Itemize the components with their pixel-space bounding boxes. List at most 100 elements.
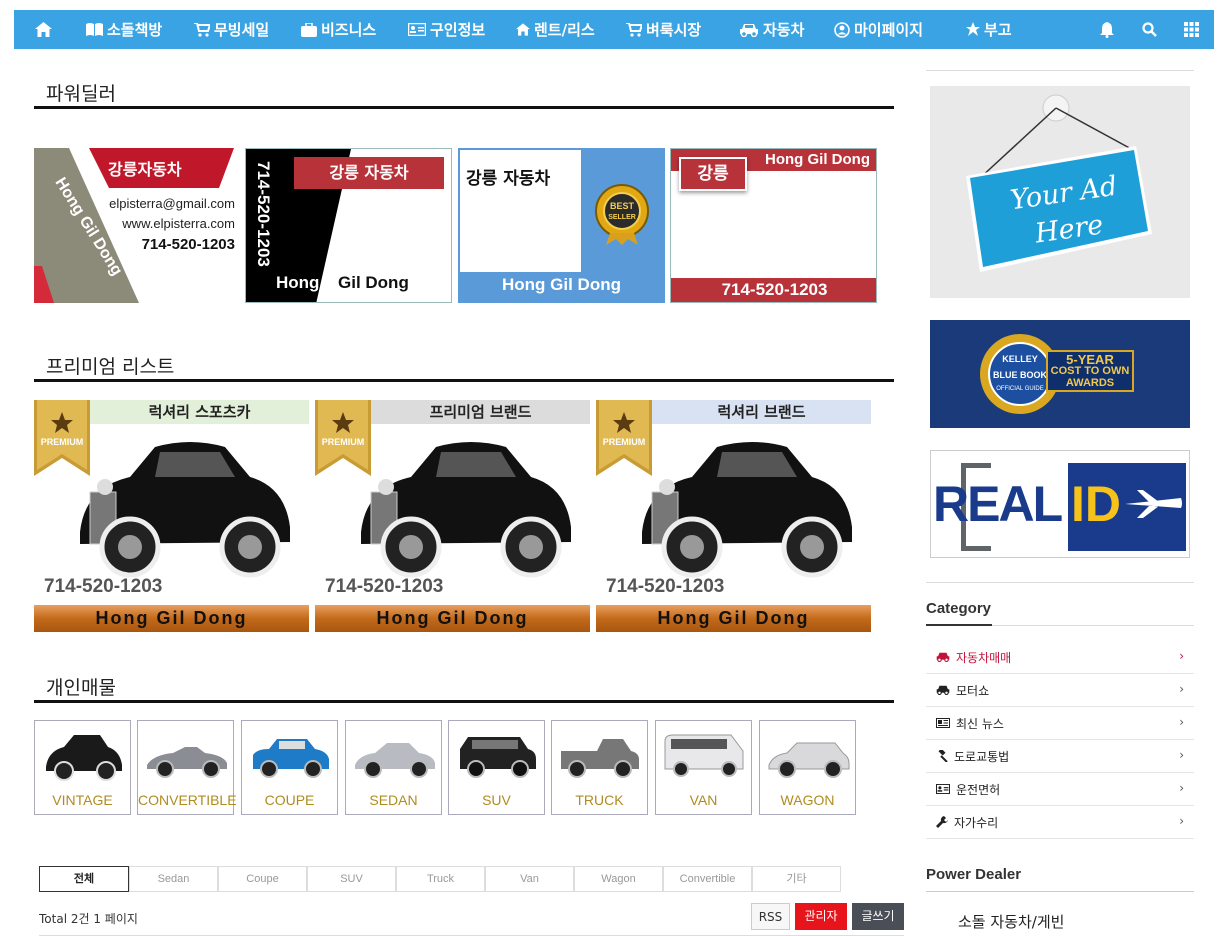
premium-card-3[interactable]: 럭셔리 브랜드 PREMIUM 714-520-1203 Hong Gil Do… xyxy=(596,400,871,632)
category-label: 운전면허 xyxy=(956,782,1001,797)
power-dealer-underline xyxy=(926,891,1194,892)
premium-card-1[interactable]: 럭셔리 스포츠카 PREMIUM 714-520-1203 Hong Gil D… xyxy=(34,400,309,632)
vehicle-type-label: VINTAGE xyxy=(52,792,113,808)
category-item-news[interactable]: 최신 뉴스 › xyxy=(926,707,1194,740)
kbb-award-line3: AWARDS xyxy=(1065,377,1115,389)
nav-jobs[interactable]: 구인정보 xyxy=(408,10,485,49)
nav-home[interactable] xyxy=(35,10,52,49)
sidebar-divider xyxy=(926,582,1194,583)
nav-obituary[interactable]: 부고 xyxy=(966,10,1012,49)
chevron-right-icon: › xyxy=(1179,682,1184,696)
category-item-traffic-law[interactable]: 도로교통법 › xyxy=(926,740,1194,773)
nav-car[interactable]: 자동차 xyxy=(739,10,804,49)
nav-search[interactable] xyxy=(1142,10,1157,49)
vehicle-type-truck[interactable]: TRUCK xyxy=(551,720,648,815)
vehicle-type-coupe[interactable]: COUPE xyxy=(241,720,338,815)
user-circle-icon xyxy=(834,21,850,38)
car-icon xyxy=(936,685,950,695)
dealer-card-4[interactable]: Hong Gil Dong 강릉 714-520-1203 xyxy=(670,148,877,303)
best-seller-badge-icon: BEST SELLER xyxy=(595,184,649,245)
vehicle-type-suv[interactable]: SUV xyxy=(448,720,545,815)
car-icon xyxy=(740,23,758,37)
tab-suv[interactable]: SUV xyxy=(307,866,396,892)
tab-sedan[interactable]: Sedan xyxy=(129,866,218,892)
category-label: 자동차매매 xyxy=(956,650,1012,665)
nav-mypage[interactable]: 마이페이지 xyxy=(834,10,923,49)
truck-car-icon xyxy=(561,739,639,778)
tab-truck[interactable]: Truck xyxy=(396,866,485,892)
nav-book[interactable]: 소돌책방 xyxy=(86,10,162,49)
tab-coupe[interactable]: Coupe xyxy=(218,866,307,892)
nav-label: 소돌책방 xyxy=(107,21,163,39)
nav-flea-market[interactable]: 벼룩시장 xyxy=(626,10,701,49)
premium-phone: 714-520-1203 xyxy=(606,576,725,597)
category-item-motor-show[interactable]: 모터쇼 › xyxy=(926,674,1194,707)
coupe-car-icon xyxy=(253,739,329,778)
nav-moving-sale[interactable]: 무빙세일 xyxy=(194,10,269,49)
tab-other[interactable]: 기타 xyxy=(752,866,841,892)
gavel-icon xyxy=(938,750,948,762)
nav-label: 부고 xyxy=(984,21,1012,39)
cart-icon xyxy=(626,22,642,37)
admin-button[interactable]: 관리자 xyxy=(795,903,847,930)
premium-phone: 714-520-1203 xyxy=(44,576,163,597)
premium-dealer-name: Hong Gil Dong xyxy=(596,605,871,632)
nav-business[interactable]: 비즈니스 xyxy=(301,10,376,49)
premium-dealer-name: Hong Gil Dong xyxy=(34,605,309,632)
id-card-icon xyxy=(408,23,426,36)
kbb-award-banner[interactable]: KELLEY BLUE BOOK OFFICIAL GUIDE 5-YEAR C… xyxy=(930,320,1190,428)
card-2-first-name: Hong xyxy=(276,273,320,292)
category-item-diy-repair[interactable]: 자가수리 › xyxy=(926,806,1194,839)
real-id-banner[interactable]: REAL ID xyxy=(930,450,1190,558)
bell-icon xyxy=(1100,21,1114,38)
chevron-right-icon: › xyxy=(1179,814,1184,828)
vintage-car-icon xyxy=(80,442,290,578)
vehicle-type-wagon[interactable]: WAGON xyxy=(759,720,856,815)
card-1-company: 강릉자동차 xyxy=(108,160,182,179)
badge-text-top: BEST xyxy=(610,201,635,211)
power-dealer-item[interactable]: 소돌 자동차/게빈 xyxy=(958,911,1064,932)
nav-grid-menu[interactable] xyxy=(1184,10,1199,49)
category-item-car-sales[interactable]: 자동차매매 › xyxy=(926,641,1194,674)
kbb-award-line2: COST TO OWN xyxy=(1050,365,1130,377)
premium-phone: 714-520-1203 xyxy=(325,576,444,597)
vehicle-type-convertible[interactable]: CONVERTIBLE xyxy=(137,720,237,815)
vehicle-type-label: WAGON xyxy=(780,792,835,808)
write-button[interactable]: 글쓰기 xyxy=(852,903,904,930)
vehicle-type-vintage[interactable]: VINTAGE xyxy=(34,720,131,815)
category-label: 자가수리 xyxy=(954,815,999,830)
power-dealer-title: Power Dealer xyxy=(926,866,1022,883)
tab-wagon[interactable]: Wagon xyxy=(574,866,663,892)
kbb-circle-top: KELLEY xyxy=(1002,354,1038,364)
rss-button[interactable]: RSS xyxy=(751,903,790,930)
chevron-right-icon: › xyxy=(1179,715,1184,729)
real-id-text-id: ID xyxy=(1071,476,1121,532)
category-item-license[interactable]: 운전면허 › xyxy=(926,773,1194,806)
nav-label: 비즈니스 xyxy=(321,21,377,39)
car-icon xyxy=(936,652,950,662)
tab-all[interactable]: 전체 xyxy=(39,866,129,892)
tab-van[interactable]: Van xyxy=(485,866,574,892)
dealer-card-3[interactable]: 강릉 자동차 BEST SELLER Hong Gil Dong xyxy=(458,148,665,303)
card-2-phone: 714-520-1203 xyxy=(254,161,273,267)
vehicle-type-van[interactable]: VAN xyxy=(655,720,752,815)
vintage-car-icon xyxy=(46,735,122,781)
vintage-car-icon xyxy=(642,442,852,578)
briefcase-icon xyxy=(301,22,317,37)
nav-rent[interactable]: 렌트/리스 xyxy=(516,10,595,49)
convertible-car-icon xyxy=(147,747,227,778)
sidebar-divider xyxy=(926,70,1194,71)
card-3-name: Hong Gil Dong xyxy=(502,275,621,294)
your-ad-here-banner[interactable]: Your Ad Here xyxy=(930,86,1190,298)
vehicle-type-sedan[interactable]: SEDAN xyxy=(345,720,442,815)
vehicle-type-label: SEDAN xyxy=(369,792,418,808)
dealer-card-2[interactable]: 강릉 자동차 714-520-1203 Hong Gil Dong xyxy=(245,148,452,303)
vehicle-type-label: VAN xyxy=(689,792,718,808)
dealer-card-1[interactable]: 강릉자동차 Hong Gil Dong elpisterra@gmail.com… xyxy=(34,148,235,303)
tab-convertible[interactable]: Convertible xyxy=(663,866,752,892)
sedan-car-icon xyxy=(355,743,435,778)
nav-notifications[interactable] xyxy=(1100,10,1114,49)
chevron-right-icon: › xyxy=(1179,781,1184,795)
wrench-icon xyxy=(936,816,948,828)
premium-card-2[interactable]: 프리미엄 브랜드 PREMIUM 714-520-1203 Hong Gil D… xyxy=(315,400,590,632)
